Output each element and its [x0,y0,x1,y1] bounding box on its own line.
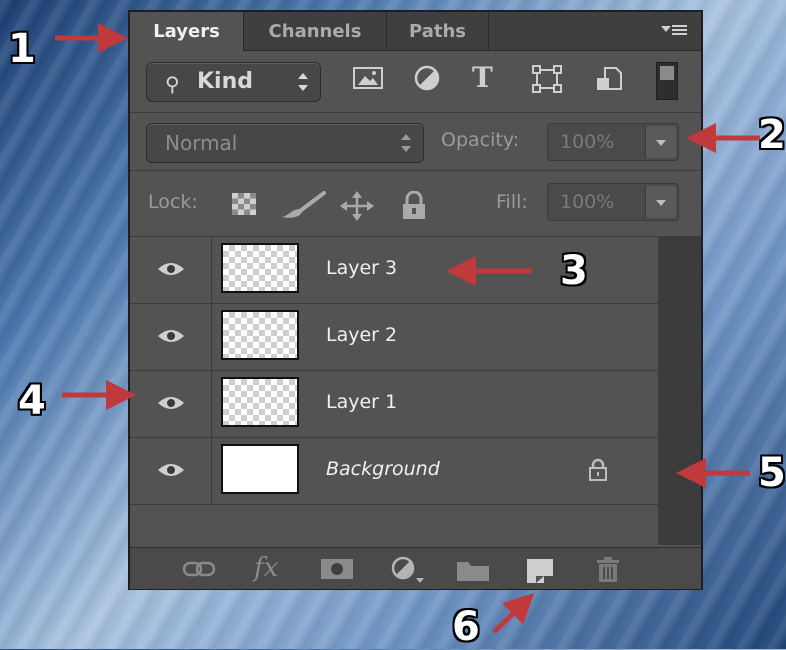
lock-transparent-pixels-icon[interactable] [230,191,260,217]
annotation-number-6: 6 [452,604,480,650]
panel-menu-icon[interactable] [661,22,691,42]
filter-row: ⚲ Kind T [130,51,701,113]
new-group-icon[interactable] [456,558,490,582]
lock-label: Lock: [148,191,198,213]
layers-scrollbar[interactable] [658,237,701,545]
blend-row: Normal Opacity: 100% [130,113,701,171]
lock-position-move-icon[interactable] [340,191,374,221]
layer-style-icon[interactable]: fx [254,553,278,583]
new-layer-icon[interactable] [526,558,554,584]
fill-label: Fill: [496,191,528,213]
layer-name[interactable]: Layer 3 [326,257,397,279]
layer-thumbnail [221,444,299,494]
panel-tab-bar: Layers Channels Paths [130,12,701,51]
visibility-toggle[interactable] [130,438,212,504]
updown-arrows-icon [298,73,308,91]
tab-layers[interactable]: Layers [130,12,244,51]
annotation-number-5: 5 [758,450,786,496]
type-filter-icon[interactable]: T [472,61,493,94]
arrow-6 [492,593,535,634]
visibility-toggle[interactable] [130,304,212,370]
filter-toggle-switch[interactable] [656,62,678,100]
panel-footer: fx [130,547,701,589]
tab-channels[interactable]: Channels [244,12,387,50]
opacity-value: 100% [560,131,615,153]
kind-filter-dropdown[interactable]: ⚲ Kind [146,62,321,102]
opacity-field[interactable]: 100% [547,123,679,161]
blend-mode-value: Normal [165,131,238,155]
updown-arrows-icon [401,134,411,152]
eye-icon[interactable] [157,261,185,277]
eye-icon[interactable] [157,328,185,344]
blend-mode-dropdown[interactable]: Normal [146,123,424,163]
layer-row-layer-2[interactable]: Layer 2 [130,304,658,371]
lock-image-pixels-brush-icon[interactable] [280,191,326,219]
kind-label: Kind [197,69,253,94]
image-filter-icon[interactable] [352,65,384,91]
layer-row-background[interactable]: Background [130,438,658,505]
layer-thumbnail [221,377,299,427]
fill-dropdown-arrow-icon[interactable] [645,186,676,218]
layer-name[interactable]: Layer 2 [326,324,397,346]
layers-panel: Layers Channels Paths ⚲ Kind T Normal Op… [128,10,703,590]
layer-thumbnail [221,310,299,360]
add-mask-icon[interactable] [320,558,354,580]
adjustment-layer-icon[interactable] [390,556,426,584]
visibility-toggle[interactable] [130,371,212,437]
opacity-label: Opacity: [441,129,520,151]
layer-name[interactable]: Background [326,458,440,480]
opacity-dropdown-arrow-icon[interactable] [645,126,676,158]
annotation-number-2: 2 [758,112,786,158]
annotation-number-1: 1 [8,26,36,72]
fill-value: 100% [560,191,615,213]
layer-thumbnail [221,243,299,293]
tab-paths[interactable]: Paths [387,12,489,50]
lock-row: Lock: Fill: 100% [130,171,701,237]
layer-row-layer-1[interactable]: Layer 1 [130,371,658,438]
link-layers-icon[interactable] [182,561,216,577]
adjustment-filter-icon[interactable] [413,65,441,91]
visibility-toggle[interactable] [130,237,212,303]
shape-filter-icon[interactable] [532,65,562,93]
annotation-number-4: 4 [18,378,46,424]
fill-field[interactable]: 100% [547,183,679,221]
layer-lock-icon[interactable] [588,458,608,482]
annotation-number-3: 3 [560,248,588,294]
eye-icon[interactable] [157,462,185,478]
eye-icon[interactable] [157,395,185,411]
layer-name[interactable]: Layer 1 [326,391,397,413]
delete-layer-icon[interactable] [594,556,622,584]
smart-object-filter-icon[interactable] [594,65,624,93]
lock-all-icon[interactable] [400,191,428,221]
search-icon: ⚲ [165,72,180,96]
